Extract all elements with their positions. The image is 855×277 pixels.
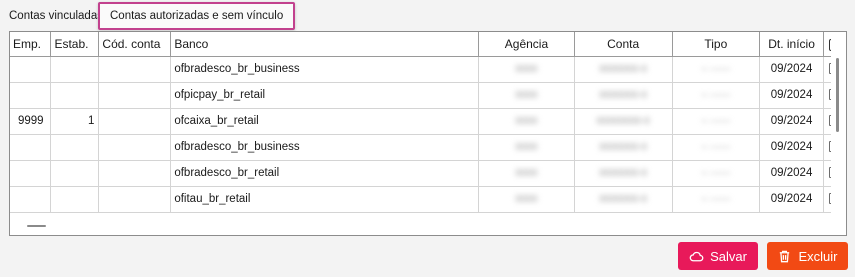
cell-dt-inicio: 09/2024 <box>759 108 824 135</box>
blurred-agencia: 0000 <box>515 90 538 101</box>
vertical-scrollbar[interactable] <box>831 32 846 235</box>
cell-agencia: 0000 <box>478 82 575 109</box>
cell-conta: 0000000-0 <box>574 186 673 213</box>
table-row[interactable]: ofbradesco_br_retail 0000 0000000-0 -- -… <box>10 160 846 187</box>
blurred-tipo: -- ------ <box>701 90 731 101</box>
column-header-banco[interactable]: Banco <box>170 32 480 57</box>
column-header-emp[interactable]: Emp. <box>10 32 52 57</box>
column-header-dt-inicio[interactable]: Dt. início <box>759 32 824 57</box>
accounts-table: Emp. Estab. Cód. conta Banco Agência Con… <box>10 32 846 213</box>
cloud-icon <box>689 251 704 261</box>
blurred-tipo: -- ------ <box>701 142 731 153</box>
cell-cod-conta <box>98 108 172 135</box>
cell-agencia: 0000 <box>478 56 575 83</box>
cell-banco: ofbradesco_br_retail <box>170 160 480 187</box>
cell-emp <box>10 82 52 109</box>
cell-cod-conta <box>98 186 172 213</box>
cell-tipo: -- ------ <box>672 108 761 135</box>
cell-emp <box>10 186 52 213</box>
table-row[interactable]: ofbradesco_br_business 0000 0000000-0 --… <box>10 56 846 83</box>
cell-tipo: -- ------ <box>672 56 761 83</box>
cell-conta: 0000000-0 <box>574 160 673 187</box>
blurred-conta: 0000000-0 <box>599 90 648 101</box>
cell-tipo: -- ------ <box>672 186 761 213</box>
blurred-agencia: 0000 <box>515 116 538 127</box>
delete-button-label: Excluir <box>798 248 838 264</box>
cell-tipo: -- ------ <box>672 82 761 109</box>
cell-estab <box>50 134 100 161</box>
cell-estab <box>50 56 100 83</box>
cell-estab <box>50 82 100 109</box>
column-header-conta[interactable]: Conta <box>574 32 673 57</box>
accounts-grid: Emp. Estab. Cód. conta Banco Agência Con… <box>9 31 847 236</box>
cell-agencia: 0000 <box>478 186 575 213</box>
cell-estab <box>50 186 100 213</box>
tab-bar: Contas vinculadas Contas autorizadas e s… <box>0 0 855 30</box>
table-row[interactable]: ofpicpay_br_retail 0000 0000000-0 -- ---… <box>10 82 846 109</box>
cell-banco: ofitau_br_retail <box>170 186 480 213</box>
blurred-agencia: 0000 <box>515 142 538 153</box>
cell-cod-conta <box>98 160 172 187</box>
table-header-row: Emp. Estab. Cód. conta Banco Agência Con… <box>10 32 846 57</box>
cell-banco: ofpicpay_br_retail <box>170 82 480 109</box>
cell-emp <box>10 56 52 83</box>
cell-banco: ofbradesco_br_business <box>170 134 480 161</box>
cell-dt-inicio: 09/2024 <box>759 134 824 161</box>
cell-tipo: -- ------ <box>672 134 761 161</box>
cell-dt-inicio: 09/2024 <box>759 56 824 83</box>
blurred-tipo: -- ------ <box>701 194 731 205</box>
cell-cod-conta <box>98 82 172 109</box>
cell-estab <box>50 160 100 187</box>
cell-cod-conta <box>98 134 172 161</box>
blurred-conta: 0000000-0 <box>599 194 648 205</box>
cell-dt-inicio: 09/2024 <box>759 160 824 187</box>
cell-tipo: -- ------ <box>672 160 761 187</box>
save-button-label: Salvar <box>710 248 747 264</box>
blurred-tipo: -- ------ <box>701 64 731 75</box>
horizontal-scroll-thumb[interactable] <box>27 225 46 227</box>
delete-button[interactable]: Excluir <box>767 242 848 270</box>
table-row[interactable]: ofbradesco_br_business 0000 0000000-0 --… <box>10 134 846 161</box>
cell-emp <box>10 160 52 187</box>
cell-dt-inicio: 09/2024 <box>759 186 824 213</box>
blurred-tipo: -- ------ <box>701 168 731 179</box>
cell-agencia: 0000 <box>478 108 575 135</box>
vertical-scroll-thumb[interactable] <box>836 58 839 132</box>
blurred-tipo: -- ------ <box>701 116 731 127</box>
column-header-agencia[interactable]: Agência <box>478 32 575 57</box>
trash-icon <box>780 250 790 262</box>
cell-conta: 0000000-0 <box>574 134 673 161</box>
cell-emp <box>10 134 52 161</box>
blurred-agencia: 0000 <box>515 168 538 179</box>
blurred-conta: 00000000-0 <box>596 116 650 127</box>
blurred-conta: 0000000-0 <box>599 64 648 75</box>
cell-banco: ofbradesco_br_business <box>170 56 480 83</box>
table-row[interactable]: 9999 1 ofcaixa_br_retail 0000 00000000-0… <box>10 108 846 135</box>
tab-contas-vinculadas[interactable]: Contas vinculadas <box>9 10 103 22</box>
cell-conta: 00000000-0 <box>574 108 673 135</box>
cell-conta: 0000000-0 <box>574 56 673 83</box>
cell-agencia: 0000 <box>478 160 575 187</box>
cell-agencia: 0000 <box>478 134 575 161</box>
blurred-agencia: 0000 <box>515 194 538 205</box>
cell-conta: 0000000-0 <box>574 82 673 109</box>
blurred-conta: 0000000-0 <box>599 168 648 179</box>
table-row[interactable]: ofitau_br_retail 0000 0000000-0 -- -----… <box>10 186 846 213</box>
column-header-estab[interactable]: Estab. <box>50 32 100 57</box>
cell-emp: 9999 <box>10 108 52 135</box>
cell-dt-inicio: 09/2024 <box>759 82 824 109</box>
blurred-agencia: 0000 <box>515 64 538 75</box>
save-button[interactable]: Salvar <box>678 242 758 270</box>
column-header-tipo[interactable]: Tipo <box>672 32 761 57</box>
blurred-conta: 0000000-0 <box>599 142 648 153</box>
cell-estab: 1 <box>50 108 100 135</box>
cell-banco: ofcaixa_br_retail <box>170 108 480 135</box>
column-header-cod-conta[interactable]: Cód. conta <box>98 32 172 57</box>
cell-cod-conta <box>98 56 172 83</box>
tab-contas-autorizadas[interactable]: Contas autorizadas e sem vínculo <box>98 2 296 30</box>
